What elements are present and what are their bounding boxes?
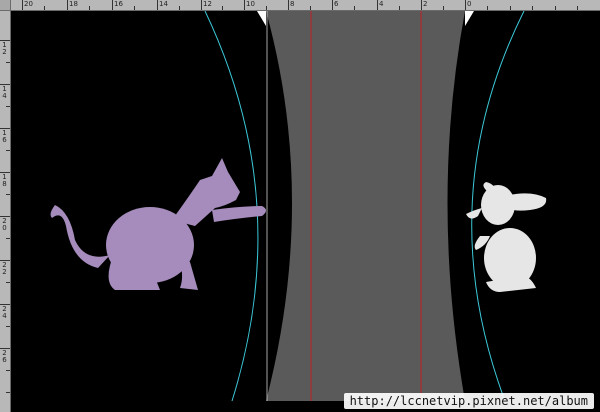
ruler-tick <box>354 6 355 10</box>
ruler-tick <box>532 6 533 10</box>
ruler-tick <box>89 6 90 10</box>
center-panel <box>266 11 465 401</box>
ruler-tick <box>399 6 400 10</box>
ruler-label: 14 <box>159 0 168 8</box>
ruler-label: 0 <box>467 0 472 8</box>
ruler-tick <box>6 150 10 151</box>
ruler-label: 4 <box>379 0 384 8</box>
ruler-tick <box>6 238 10 239</box>
watermark-url: http://lccnetvip.pixnet.net/album <box>343 393 594 409</box>
ruler-label: 2 <box>423 0 428 8</box>
ruler-label: 2 0 <box>2 217 7 232</box>
ruler-label: 6 <box>334 0 339 8</box>
ruler-label: 16 <box>114 0 123 8</box>
ruler-tick <box>134 6 135 10</box>
ruler-tick <box>332 0 333 10</box>
cat-silhouette <box>50 158 266 290</box>
ruler-tick <box>44 6 45 10</box>
ruler-tick <box>310 6 311 10</box>
ruler-tick <box>266 6 267 10</box>
ruler-label: 1 2 <box>2 41 7 56</box>
artwork-canvas[interactable] <box>11 11 600 412</box>
ruler-label: 1 6 <box>2 129 7 144</box>
ruler-label: 1 8 <box>2 173 7 188</box>
ruler-tick <box>421 0 422 10</box>
rabbit-silhouette <box>466 182 547 292</box>
ruler-tick <box>6 106 10 107</box>
ruler-tick <box>487 6 488 10</box>
ruler-tick <box>288 0 289 10</box>
ruler-label: 2 4 <box>2 305 7 320</box>
ruler-top[interactable]: 20 18 16 14 12 10 8 6 4 2 0 <box>0 0 600 11</box>
ruler-left[interactable]: 1 2 1 4 1 6 1 8 2 0 2 2 2 4 2 6 <box>0 0 11 412</box>
ruler-tick <box>6 62 10 63</box>
ruler-tick <box>465 0 466 10</box>
ruler-tick <box>577 6 578 10</box>
ruler-tick <box>6 370 10 371</box>
ruler-tick <box>222 6 223 10</box>
ruler-label: 20 <box>24 0 33 8</box>
ruler-corner[interactable] <box>0 0 11 11</box>
ruler-tick <box>377 0 378 10</box>
design-canvas[interactable]: 20 18 16 14 12 10 8 6 4 2 0 1 2 1 4 1 6 … <box>0 0 600 412</box>
ruler-tick <box>6 282 10 283</box>
ruler-label: 2 2 <box>2 261 7 276</box>
ruler-label: 18 <box>69 0 78 8</box>
ruler-tick <box>201 0 202 10</box>
top-notch-left <box>257 11 266 26</box>
ruler-tick <box>157 0 158 10</box>
ruler-label: 12 <box>203 0 212 8</box>
ruler-tick <box>112 0 113 10</box>
ruler-tick <box>510 6 511 10</box>
ruler-tick <box>555 6 556 10</box>
ruler-tick <box>244 0 245 10</box>
ruler-tick <box>22 0 23 10</box>
ruler-tick <box>443 6 444 10</box>
ruler-label: 1 4 <box>2 85 7 100</box>
ruler-tick <box>6 392 10 393</box>
ruler-tick <box>67 0 68 10</box>
ruler-tick <box>6 326 10 327</box>
ruler-label: 10 <box>246 0 255 8</box>
ruler-label: 8 <box>290 0 295 8</box>
ruler-tick <box>6 194 10 195</box>
top-notch-right <box>465 11 474 26</box>
ruler-label: 2 6 <box>2 349 7 364</box>
ruler-tick <box>179 6 180 10</box>
